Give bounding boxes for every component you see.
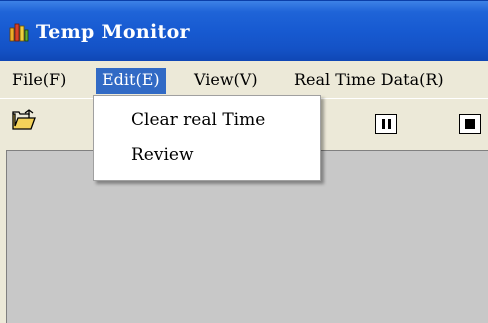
pause-button[interactable] (375, 114, 397, 134)
menu-real-time-data[interactable]: Real Time Data(R) (288, 68, 450, 94)
menu-edit[interactable]: Edit(E) (96, 68, 166, 94)
edit-menu-dropdown: Clear real Time Review (93, 95, 321, 181)
pause-icon (382, 119, 385, 129)
app-window: Temp Monitor File(F) Edit(E) View(V) Rea… (0, 0, 488, 323)
stop-icon (465, 119, 475, 129)
menu-item-clear-real-time[interactable]: Clear real Time (131, 107, 265, 133)
title-bar[interactable]: Temp Monitor (0, 0, 488, 61)
menu-item-review[interactable]: Review (131, 142, 194, 168)
menu-view[interactable]: View(V) (188, 68, 264, 94)
menu-file[interactable]: File(F) (6, 68, 72, 94)
pause-icon-bar (388, 119, 391, 129)
open-folder-icon[interactable] (12, 109, 36, 131)
app-icon (9, 23, 29, 42)
stop-button[interactable] (459, 114, 481, 134)
window-title: Temp Monitor (36, 21, 190, 43)
menu-bar: File(F) Edit(E) View(V) Real Time Data(R… (0, 62, 488, 95)
